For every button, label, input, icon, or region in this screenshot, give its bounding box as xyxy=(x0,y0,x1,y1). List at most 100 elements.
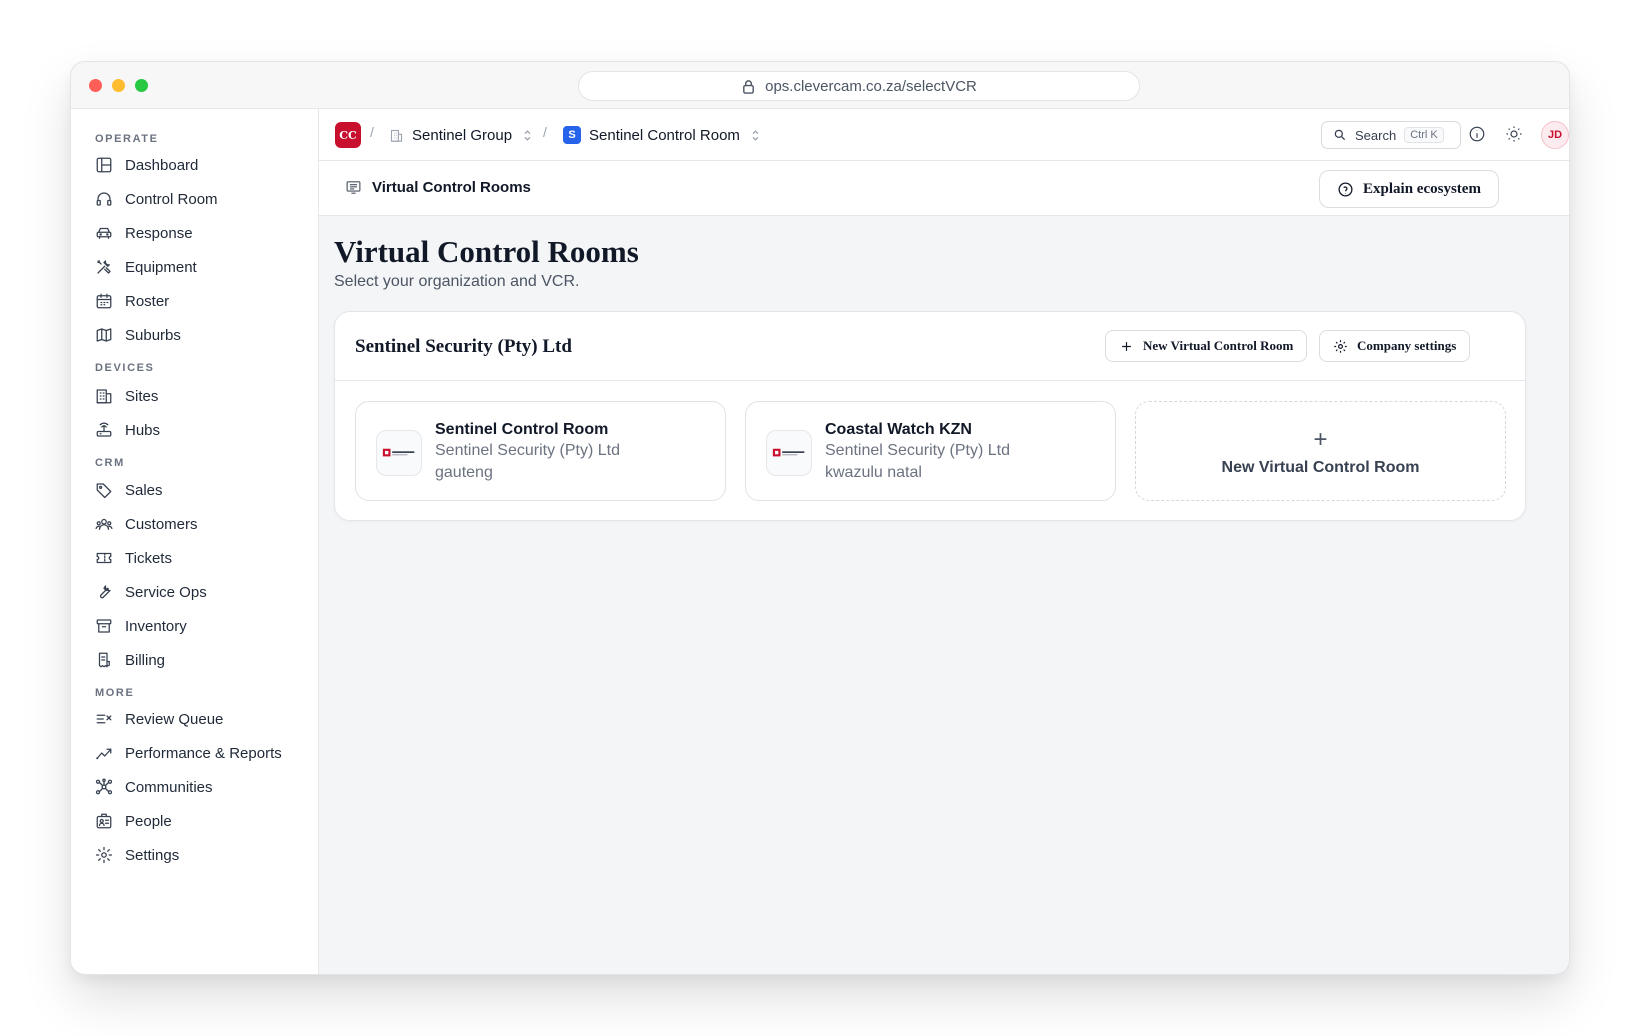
plus-icon xyxy=(1122,341,1131,351)
search-button[interactable]: Search Ctrl K xyxy=(1321,121,1461,149)
vcr-card-sentinel-control-room[interactable]: Sentinel Control Room Sentinel Security … xyxy=(355,401,726,501)
close-window-button[interactable] xyxy=(89,79,102,92)
room-name: Sentinel Control Room xyxy=(589,126,740,144)
sidebar-item-billing[interactable]: Billing xyxy=(95,647,165,673)
sidebar-item-roster[interactable]: Roster xyxy=(95,288,169,314)
maximize-window-button[interactable] xyxy=(135,79,148,92)
monitor-list-icon xyxy=(346,181,361,194)
company-name: Sentinel Security (Pty) Ltd xyxy=(355,336,572,357)
sun-icon xyxy=(1506,126,1522,142)
sidebar-item-label: Sales xyxy=(125,481,163,499)
sidebar-item-inventory[interactable]: Inventory xyxy=(95,613,187,639)
company-card-header: Sentinel Security (Pty) Ltd New Virtual … xyxy=(335,312,1525,381)
building-icon xyxy=(390,129,403,142)
sidebar-item-dashboard[interactable]: Dashboard xyxy=(95,152,198,178)
page-header-bar: Virtual Control Rooms Explain ecosystem xyxy=(319,161,1569,216)
list-check-icon xyxy=(96,714,112,724)
org-logo[interactable]: CC xyxy=(335,122,361,148)
tag-icon xyxy=(96,483,112,499)
headset-icon xyxy=(96,192,112,206)
users-icon xyxy=(95,518,113,530)
sidebar-item-label: Inventory xyxy=(125,617,187,635)
page-header-title: Virtual Control Rooms xyxy=(345,179,531,196)
sidebar-item-response[interactable]: Response xyxy=(95,220,193,246)
network-icon xyxy=(95,778,113,795)
sidebar-section-crm: CRM xyxy=(95,457,125,469)
plus-icon: + xyxy=(1313,426,1328,453)
sidebar-item-performance-reports[interactable]: Performance & Reports xyxy=(95,740,282,766)
sidebar-item-equipment[interactable]: Equipment xyxy=(95,254,197,280)
sidebar-item-review-queue[interactable]: Review Queue xyxy=(95,706,223,732)
page-title: Virtual Control Rooms xyxy=(334,234,639,269)
sidebar-item-sites[interactable]: Sites xyxy=(95,383,158,409)
ticket-icon xyxy=(96,552,112,564)
lock-icon xyxy=(743,79,755,94)
sidebar-item-control-room[interactable]: Control Room xyxy=(95,186,218,212)
dashboard-icon xyxy=(96,157,112,173)
new-vcr-button[interactable]: New Virtual Control Room xyxy=(1105,330,1308,362)
tools-icon xyxy=(97,260,111,274)
clevercam-logo-icon xyxy=(382,448,415,457)
sidebar-item-label: Suburbs xyxy=(125,326,181,344)
room-badge: S xyxy=(563,126,581,144)
search-label: Search xyxy=(1355,127,1397,143)
top-bar: CC / Sentinel Group / S Sentinel Control… xyxy=(319,109,1569,161)
search-icon xyxy=(1334,129,1346,141)
page-subtitle: Select your organization and VCR. xyxy=(334,273,580,290)
gear-icon xyxy=(1334,339,1347,353)
sidebar-item-communities[interactable]: Communities xyxy=(95,774,213,800)
vcr-logo xyxy=(376,430,422,476)
info-icon xyxy=(1469,126,1485,142)
search-shortcut: Ctrl K xyxy=(1404,127,1444,143)
vcr-card-coastal-watch-kzn[interactable]: Coastal Watch KZN Sentinel Security (Pty… xyxy=(745,401,1116,501)
group-name: Sentinel Group xyxy=(412,126,513,144)
sidebar-item-label: Communities xyxy=(125,778,213,796)
vcr-region: kwazulu natal xyxy=(825,464,922,481)
minimize-window-button[interactable] xyxy=(112,79,125,92)
theme-toggle-button[interactable] xyxy=(1503,123,1525,145)
sidebar-item-tickets[interactable]: Tickets xyxy=(95,545,172,571)
sidebar-section-devices: DEVICES xyxy=(95,362,155,374)
breadcrumb-separator: / xyxy=(543,124,547,140)
sidebar-item-label: Hubs xyxy=(125,421,161,439)
company-card: Sentinel Security (Pty) Ltd New Virtual … xyxy=(334,311,1526,521)
sidebar-item-hubs[interactable]: Hubs xyxy=(95,417,160,443)
sidebar-item-service-ops[interactable]: Service Ops xyxy=(95,579,207,605)
sidebar-item-label: People xyxy=(125,812,172,830)
car-icon xyxy=(96,227,112,239)
sidebar-section-more: MORE xyxy=(95,687,135,699)
sidebar-item-label: Dashboard xyxy=(125,156,199,174)
sidebar-item-label: Equipment xyxy=(125,258,197,276)
sidebar-item-label: Settings xyxy=(125,846,180,864)
vcr-org: Sentinel Security (Pty) Ltd xyxy=(825,442,1010,459)
address-bar[interactable]: ops.clevercam.co.za/selectVCR xyxy=(578,71,1140,101)
sidebar-item-label: Response xyxy=(125,224,193,242)
breadcrumb-room-switcher[interactable]: S Sentinel Control Room xyxy=(563,122,763,148)
id-badge-icon xyxy=(96,813,112,829)
sidebar-item-people[interactable]: People xyxy=(95,808,172,834)
sidebar-item-customers[interactable]: Customers xyxy=(95,511,198,537)
new-vcr-card[interactable]: + New Virtual Control Room xyxy=(1135,401,1506,501)
map-icon xyxy=(96,328,112,342)
sidebar-item-label: Roster xyxy=(125,292,170,310)
sidebar-item-settings[interactable]: Settings xyxy=(95,842,179,868)
chevron-updown-icon xyxy=(524,129,531,141)
gear-icon xyxy=(95,846,113,864)
receipt-icon xyxy=(98,652,110,668)
vcr-org: Sentinel Security (Pty) Ltd xyxy=(435,442,620,459)
company-settings-button[interactable]: Company settings xyxy=(1319,330,1471,362)
explain-ecosystem-button[interactable]: Explain ecosystem xyxy=(1319,170,1499,208)
chevron-updown-icon xyxy=(752,129,759,141)
sidebar-item-sales[interactable]: Sales xyxy=(95,477,163,503)
sidebar-item-label: Billing xyxy=(125,651,166,669)
sidebar-item-label: Customers xyxy=(125,515,198,533)
vcr-name: Sentinel Control Room xyxy=(435,421,609,438)
sidebar-item-suburbs[interactable]: Suburbs xyxy=(95,322,181,348)
sidebar-item-label: Tickets xyxy=(125,549,172,567)
info-button[interactable] xyxy=(1466,123,1488,145)
vcr-name: Coastal Watch KZN xyxy=(825,421,972,438)
user-avatar[interactable]: JD xyxy=(1541,121,1569,149)
clevercam-logo-icon xyxy=(772,448,805,457)
breadcrumb-group-switcher[interactable]: Sentinel Group xyxy=(389,122,535,148)
sidebar-item-label: Performance & Reports xyxy=(125,744,282,762)
